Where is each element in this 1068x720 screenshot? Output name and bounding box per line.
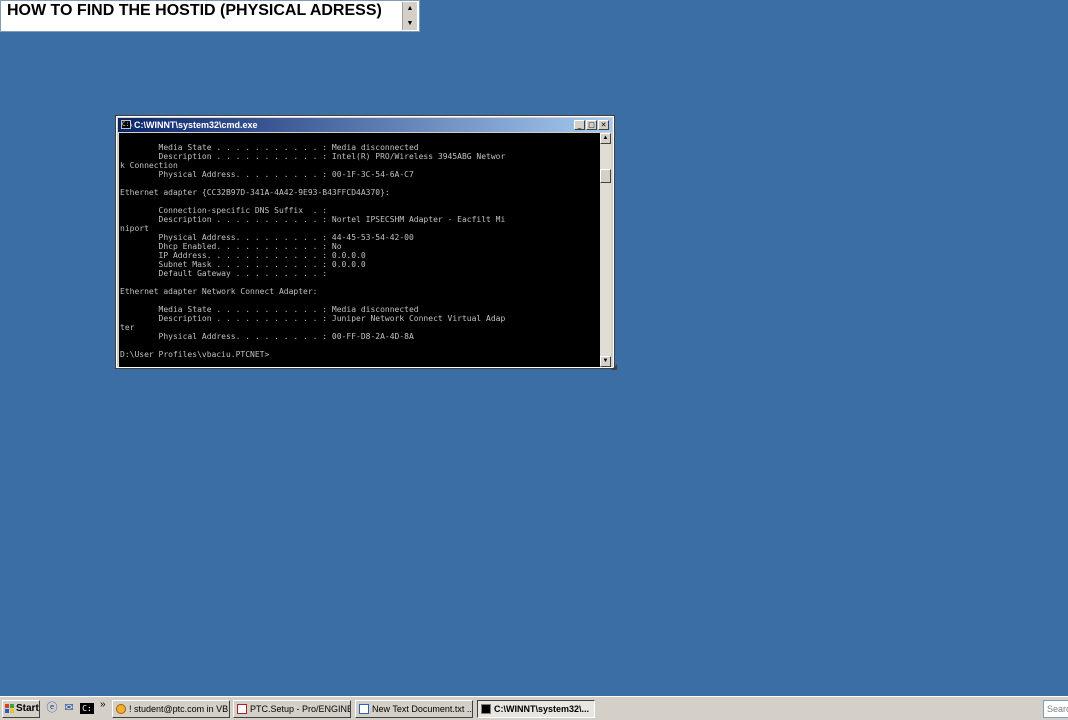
- console-scrollbar[interactable]: ▲ ▼: [600, 133, 611, 367]
- cmd-titlebar[interactable]: C:\ C:\WINNT\system32\cmd.exe _ □ ✕: [118, 118, 612, 132]
- console-line: IP Address. . . . . . . . . . . . : 0.0.…: [120, 251, 366, 260]
- taskbar: Start ⓔ ✉ C: » ! student@ptc.com in VB..…: [0, 696, 1068, 720]
- console-line: Physical Address. . . . . . . . . : 00-1…: [120, 170, 414, 179]
- console-line: Description . . . . . . . . . . . : Inte…: [120, 152, 506, 161]
- browser-icon: [116, 704, 126, 714]
- cmd-icon: [481, 704, 491, 714]
- notepad-icon: [359, 704, 369, 714]
- console-output[interactable]: Media State . . . . . . . . . . . : Medi…: [119, 133, 601, 367]
- console-line: Ethernet adapter {CC32B97D-341A-4A42-9E9…: [120, 188, 390, 197]
- console-line: Physical Address. . . . . . . . . : 44-4…: [120, 233, 414, 242]
- task-student-email[interactable]: ! student@ptc.com in VB...: [112, 700, 230, 718]
- scroll-up-arrow-icon[interactable]: ▲: [403, 2, 417, 15]
- console-line: Subnet Mask . . . . . . . . . . . : 0.0.…: [120, 260, 366, 269]
- cmd-window-title: C:\WINNT\system32\cmd.exe: [134, 120, 258, 130]
- start-button[interactable]: Start: [2, 700, 40, 718]
- console-line: Description . . . . . . . . . . . : Nort…: [120, 215, 506, 224]
- windows-logo-icon: [5, 704, 14, 713]
- quicklaunch-overflow-icon[interactable]: »: [100, 699, 106, 710]
- video-title: HOW TO FIND THE HOSTID (PHYSICAL ADRESS): [7, 2, 382, 19]
- console-line: Physical Address. . . . . . . . . : 00-F…: [120, 332, 414, 341]
- task-cmd[interactable]: C:\WINNT\system32\...: [477, 700, 595, 718]
- console-line: D:\User Profiles\vbaciu.PTCNET>: [120, 350, 270, 359]
- console-line: niport: [120, 224, 149, 233]
- console-line: Media State . . . . . . . . . . . : Medi…: [120, 143, 419, 152]
- ie-icon[interactable]: ⓔ: [45, 701, 59, 715]
- setup-icon: [237, 704, 247, 714]
- console-line: ter: [120, 323, 135, 332]
- console-line: Description . . . . . . . . . . . : Juni…: [120, 314, 506, 323]
- minimize-button[interactable]: _: [574, 120, 585, 130]
- cmd-icon[interactable]: C:\: [121, 120, 133, 129]
- scroll-down-button[interactable]: ▼: [600, 356, 611, 367]
- resize-grip-icon[interactable]: ◢: [611, 363, 619, 371]
- cmd-window[interactable]: C:\ C:\WINNT\system32\cmd.exe _ □ ✕ Medi…: [115, 115, 617, 371]
- console-line: Default Gateway . . . . . . . . . :: [120, 269, 328, 278]
- search-input[interactable]: Search: [1043, 700, 1068, 718]
- console-line: Dhcp Enabled. . . . . . . . . . . : No: [120, 242, 342, 251]
- console-line: k Connection: [120, 161, 178, 170]
- outlook-icon[interactable]: ✉: [62, 701, 76, 715]
- scroll-thumb[interactable]: [600, 169, 611, 183]
- maximize-button[interactable]: □: [586, 120, 597, 130]
- task-new-text-document[interactable]: New Text Document.txt ...: [355, 700, 473, 718]
- console-line: Connection-specific DNS Suffix . :: [120, 206, 328, 215]
- console-line: Ethernet adapter Network Connect Adapter…: [120, 287, 318, 296]
- scroll-down-arrow-icon[interactable]: ▼: [403, 17, 417, 30]
- close-button[interactable]: ✕: [598, 120, 609, 130]
- task-ptc-setup[interactable]: PTC.Setup - Pro/ENGINE...: [233, 700, 351, 718]
- title-overlay-box: HOW TO FIND THE HOSTID (PHYSICAL ADRESS)…: [0, 0, 420, 32]
- start-label: Start: [16, 703, 39, 714]
- console-line: Media State . . . . . . . . . . . : Medi…: [120, 305, 419, 314]
- cmd-quicklaunch-icon[interactable]: C:: [80, 703, 94, 714]
- title-scrollbar[interactable]: ▲ ▼: [402, 2, 417, 30]
- scroll-up-button[interactable]: ▲: [600, 133, 611, 144]
